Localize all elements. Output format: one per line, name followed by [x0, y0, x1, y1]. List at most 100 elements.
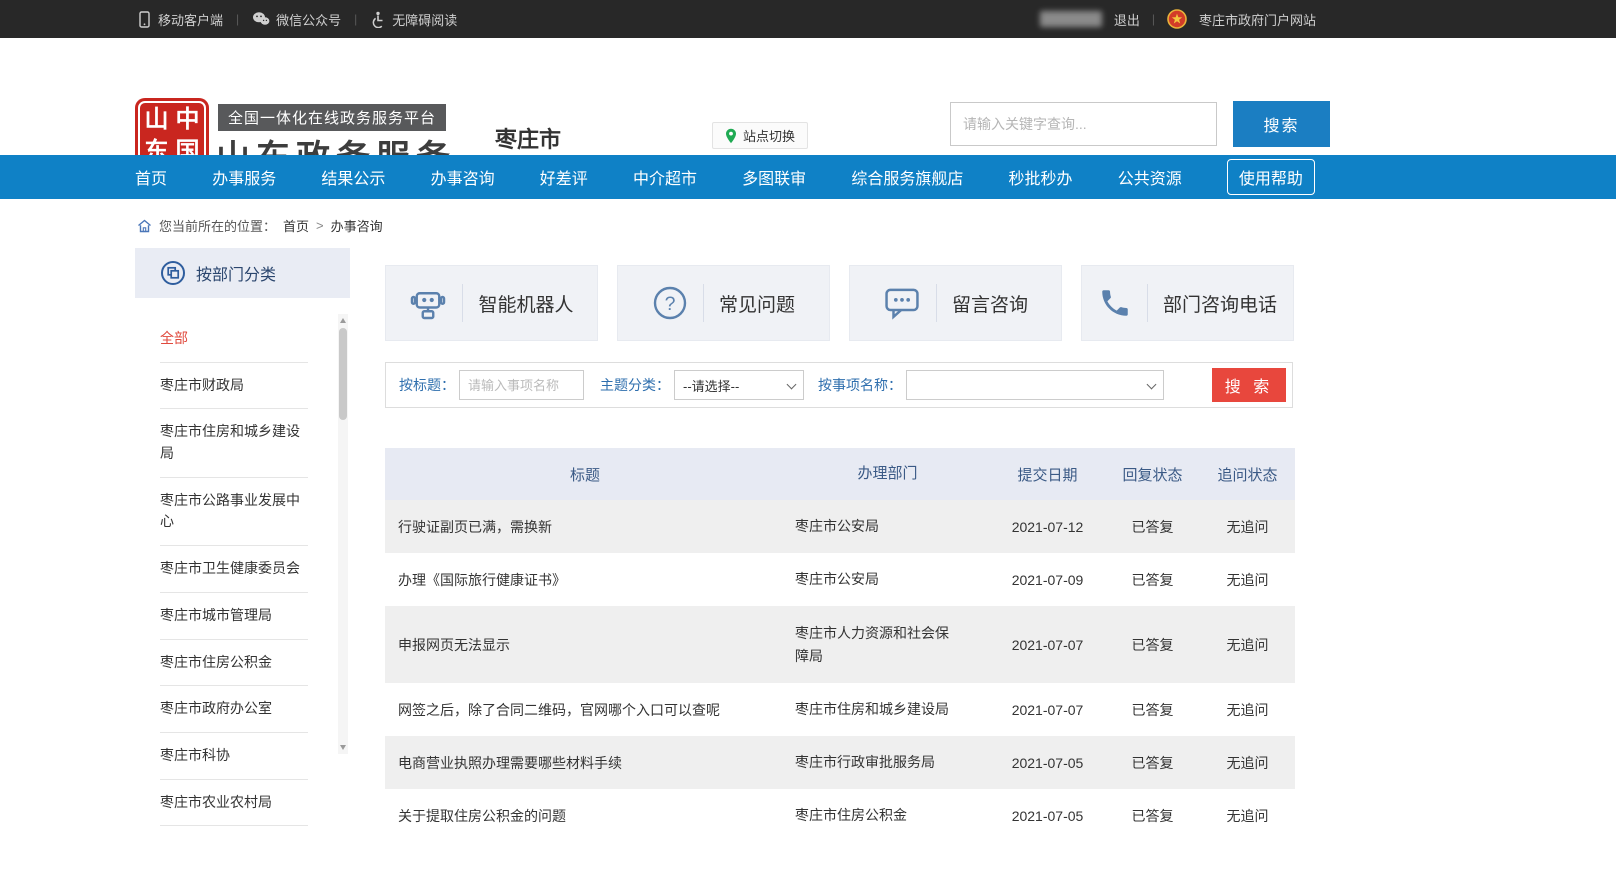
title-filter-input[interactable] [460, 371, 583, 399]
row-followup-status: 无追问 [1200, 806, 1295, 826]
row-reply-status: 已答复 [1105, 517, 1200, 537]
header-search-input[interactable] [951, 103, 1216, 145]
sidebar-item-science-association[interactable]: 枣庄市科协 [160, 733, 308, 780]
sidebar-item-government-office[interactable]: 枣庄市政府办公室 [160, 686, 308, 733]
table-row[interactable]: 电商营业执照办理需要哪些材料手续 枣庄市行政审批服务局 2021-07-05 已… [385, 736, 1295, 789]
nav-item-flagship-store[interactable]: 综合服务旗舰店 [851, 165, 963, 189]
row-followup-status: 无追问 [1200, 517, 1295, 537]
sidebar-header: 按部门分类 [135, 248, 350, 298]
accessibility-label: 无障碍阅读 [392, 10, 457, 29]
message-consult-button[interactable]: 留言咨询 [849, 265, 1062, 341]
topic-select[interactable]: --请选择-- [674, 370, 804, 400]
location-pin-icon [725, 128, 737, 144]
header: 山 中 东 国 全国一体化在线政务服务平台 山东政务服务 枣庄市 站点切换 搜索… [0, 38, 1616, 155]
row-date: 2021-07-07 [990, 637, 1105, 653]
smart-robot-label: 智能机器人 [478, 290, 573, 317]
table-row[interactable]: 行驶证副页已满，需换新 枣庄市公安局 2021-07-12 已答复 无追问 [385, 500, 1295, 553]
home-icon [137, 219, 152, 233]
breadcrumb-separator: > [316, 218, 324, 233]
sidebar-scrollbar[interactable] [338, 314, 348, 754]
topbar-separator: | [354, 12, 357, 26]
sidebar-title: 按部门分类 [196, 261, 276, 285]
mobile-app-link[interactable]: 移动客户端 [137, 10, 223, 29]
table-row[interactable]: 网签之后，除了合同二维码，官网哪个入口可以查呢 枣庄市住房和城乡建设局 2021… [385, 683, 1295, 736]
table-row[interactable]: 关于提取住房公积金的问题 枣庄市住房公积金 2021-07-05 已答复 无追问 [385, 789, 1295, 842]
filter-search-button[interactable]: 搜 索 [1212, 368, 1286, 402]
item-name-select[interactable] [906, 370, 1164, 400]
row-followup-status: 无追问 [1200, 753, 1295, 773]
nav-item-services[interactable]: 办事服务 [212, 165, 276, 189]
sidebar-item-highway-center[interactable]: 枣庄市公路事业发展中心 [160, 478, 308, 546]
row-reply-status: 已答复 [1105, 753, 1200, 773]
logout-label: 退出 [1114, 10, 1140, 29]
sidebar-item-city-management-bureau[interactable]: 枣庄市城市管理局 [160, 593, 308, 640]
accessibility-link[interactable]: 无障碍阅读 [370, 10, 457, 29]
department-category-icon [160, 260, 186, 286]
nav-item-instant-approval[interactable]: 秒批秒办 [1009, 165, 1073, 189]
sidebar-item-housing-fund[interactable]: 枣庄市住房公积金 [160, 640, 308, 687]
topbar: 移动客户端 | 微信公众号 | 无障碍阅读 退出 | 枣庄市政府门户网站 [0, 0, 1616, 38]
smart-robot-button[interactable]: 智能机器人 [385, 265, 598, 341]
topic-select-value: --请选择-- [683, 376, 739, 395]
site-switch-button[interactable]: 站点切换 [712, 122, 808, 149]
topic-filter-label: 主题分类： [600, 375, 670, 395]
topbar-left-links: 移动客户端 | 微信公众号 | 无障碍阅读 [137, 0, 457, 38]
column-header-department: 办理部门 [785, 448, 990, 500]
nav-item-public-resources[interactable]: 公共资源 [1118, 165, 1182, 189]
divider [462, 284, 463, 322]
scroll-down-icon[interactable] [340, 745, 346, 750]
scrollbar-thumb[interactable] [339, 328, 347, 420]
topbar-separator: | [1152, 12, 1155, 26]
table-row[interactable]: 办理《国际旅行健康证书》 枣庄市公安局 2021-07-09 已答复 无追问 [385, 553, 1295, 606]
site-switch-label: 站点切换 [743, 126, 795, 145]
sidebar-item-health-commission[interactable]: 枣庄市卫生健康委员会 [160, 546, 308, 593]
scroll-up-icon[interactable] [340, 318, 346, 323]
sidebar-item-agriculture-bureau[interactable]: 枣庄市农业农村局 [160, 780, 308, 827]
sidebar-item-housing-construction-bureau[interactable]: 枣庄市住房和城乡建设局 [160, 409, 308, 477]
breadcrumb-home-link[interactable]: 首页 [283, 216, 309, 235]
message-consult-label: 留言咨询 [952, 290, 1028, 317]
row-department: 枣庄市公安局 [785, 509, 990, 543]
row-reply-status: 已答复 [1105, 635, 1200, 655]
portal-link[interactable]: 枣庄市政府门户网站 [1199, 10, 1316, 29]
department-sidebar: 按部门分类 全部 枣庄市财政局 枣庄市住房和城乡建设局 枣庄市公路事业发展中心 … [135, 248, 350, 848]
main-content: 智能机器人 ? 常见问题 留言咨询 部门咨 [385, 265, 1295, 842]
nav-item-agency-market[interactable]: 中介超市 [633, 165, 697, 189]
portal-label: 枣庄市政府门户网站 [1199, 10, 1316, 29]
divider [703, 284, 704, 322]
row-followup-status: 无追问 [1200, 635, 1295, 655]
header-search-button[interactable]: 搜索 [1233, 101, 1330, 147]
nav-item-multi-review[interactable]: 多图联审 [742, 165, 806, 189]
national-emblem-icon [1167, 9, 1187, 29]
nav-item-rating[interactable]: 好差评 [540, 165, 588, 189]
nav-item-home[interactable]: 首页 [135, 165, 167, 189]
consultation-table: 标题 办理部门 提交日期 回复状态 追问状态 行驶证副页已满，需换新 枣庄市公安… [385, 448, 1295, 842]
row-title[interactable]: 办理《国际旅行健康证书》 [385, 570, 785, 590]
row-date: 2021-07-09 [990, 572, 1105, 588]
platform-badge: 全国一体化在线政务服务平台 [218, 104, 446, 131]
logout-link[interactable]: 退出 [1114, 10, 1140, 29]
wechat-link[interactable]: 微信公众号 [252, 10, 341, 29]
item-name-filter-label: 按事项名称： [818, 375, 902, 395]
row-title[interactable]: 网签之后，除了合同二维码，官网哪个入口可以查呢 [385, 700, 785, 720]
sidebar-item-finance-bureau[interactable]: 枣庄市财政局 [160, 363, 308, 410]
faq-button[interactable]: ? 常见问题 [617, 265, 830, 341]
nav-item-consultation[interactable]: 办事咨询 [431, 165, 495, 189]
phone-icon [1098, 286, 1132, 320]
row-title[interactable]: 行驶证副页已满，需换新 [385, 517, 785, 537]
row-title[interactable]: 关于提取住房公积金的问题 [385, 806, 785, 826]
row-title[interactable]: 申报网页无法显示 [385, 635, 785, 655]
row-title[interactable]: 电商营业执照办理需要哪些材料手续 [385, 753, 785, 773]
row-department: 枣庄市住房公积金 [785, 798, 990, 832]
seal-char: 中 [176, 107, 200, 133]
city-name: 枣庄市 [495, 122, 561, 154]
main-nav: 首页 办事服务 结果公示 办事咨询 好差评 中介超市 多图联审 综合服务旗舰店 … [0, 155, 1616, 199]
phone-directory-button[interactable]: 部门咨询电话 [1081, 265, 1294, 341]
phone-directory-label: 部门咨询电话 [1163, 290, 1277, 317]
nav-item-help[interactable]: 使用帮助 [1227, 159, 1315, 195]
table-row[interactable]: 申报网页无法显示 枣庄市人力资源和社会保障局 2021-07-07 已答复 无追… [385, 606, 1295, 683]
sidebar-item-all[interactable]: 全部 [160, 316, 308, 363]
sidebar-list: 全部 枣庄市财政局 枣庄市住房和城乡建设局 枣庄市公路事业发展中心 枣庄市卫生健… [135, 298, 350, 826]
header-search-box [950, 102, 1217, 146]
nav-item-results[interactable]: 结果公示 [321, 165, 385, 189]
